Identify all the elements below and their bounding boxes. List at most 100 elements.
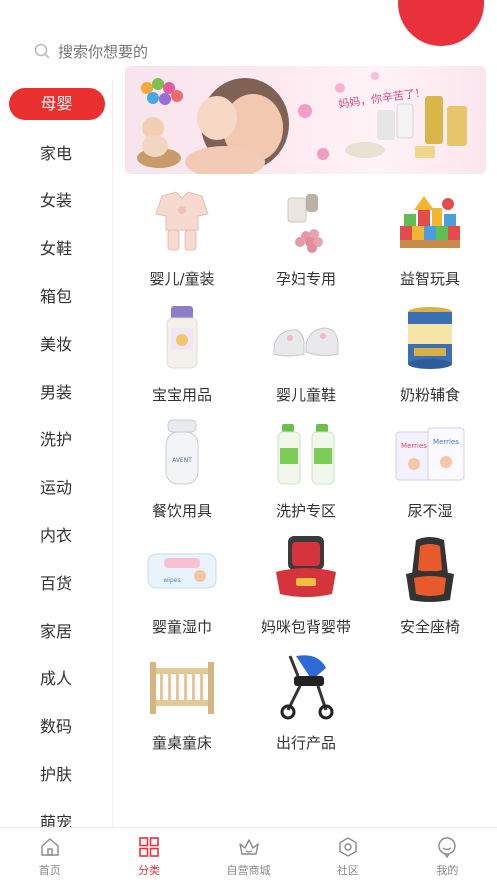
tab-label: 我的 xyxy=(436,864,459,877)
sidebar-item-bags[interactable]: 箱包 xyxy=(0,271,112,319)
search-button[interactable]: 搜索 xyxy=(398,28,484,62)
sidebar-item-label: 母婴 xyxy=(8,87,105,120)
sidebar-item-label: 萌宠 xyxy=(40,812,73,827)
grid-item-label: 出行产品 xyxy=(275,734,336,752)
grid-item-label: 童桌童床 xyxy=(151,734,212,752)
grid-item-label: 孕妇专用 xyxy=(275,270,336,288)
tab-community[interactable]: 社区 xyxy=(298,828,397,883)
sidebar-item-label: 百货 xyxy=(40,573,73,593)
grid-item-label: 婴童湿巾 xyxy=(151,618,212,636)
sidebar-item-label: 家电 xyxy=(40,143,73,163)
sidebar-item-pets[interactable]: 萌宠 xyxy=(0,797,112,827)
maternity-supplement-icon xyxy=(266,186,346,256)
sidebar-item-maternity-baby[interactable]: 母婴 xyxy=(0,80,112,128)
grid-item-car-seats[interactable]: 安全座椅 xyxy=(368,534,492,650)
svg-text:wipes: wipes xyxy=(163,577,180,584)
category-sidebar: 母婴 家电 女装 女鞋 箱包 美妆 男装 洗护 运动 内衣 百货 家居 成人 数… xyxy=(0,80,113,827)
bottom-tab-bar: 首页 分类 自营商城 社区 我的 xyxy=(0,827,497,883)
grid-item-label: 婴儿/童装 xyxy=(149,270,215,288)
category-grid-icon xyxy=(139,837,159,857)
svg-text:Merries: Merries xyxy=(401,442,427,450)
sidebar-item-skincare[interactable]: 护肤 xyxy=(0,749,112,797)
sidebar-item-mens-clothing[interactable]: 男装 xyxy=(0,367,112,415)
milk-powder-can-icon xyxy=(390,302,470,372)
svg-text:AVENT: AVENT xyxy=(172,457,192,464)
svg-text:Merries: Merries xyxy=(433,438,459,446)
sidebar-item-sports[interactable]: 运动 xyxy=(0,462,112,510)
sidebar-item-label: 美妆 xyxy=(40,334,73,354)
tab-home[interactable]: 首页 xyxy=(0,828,99,883)
sidebar-item-womens-clothing[interactable]: 女装 xyxy=(0,176,112,224)
grid-item-baby-supplies[interactable]: 宝宝用品 xyxy=(120,302,244,418)
sidebar-item-general-goods[interactable]: 百货 xyxy=(0,558,112,606)
tab-label: 分类 xyxy=(138,864,161,877)
grid-item-label: 安全座椅 xyxy=(399,618,460,636)
grid-item-label: 宝宝用品 xyxy=(151,386,212,404)
baby-lotion-icon xyxy=(142,302,222,372)
tab-label: 社区 xyxy=(336,864,359,877)
sidebar-item-label: 内衣 xyxy=(40,526,73,546)
tab-label: 自营商城 xyxy=(226,864,271,877)
grid-item-diapers[interactable]: Merries Merries 尿不湿 xyxy=(368,418,492,534)
grid-item-label: 洗护专区 xyxy=(275,502,336,520)
sidebar-item-appliances[interactable]: 家电 xyxy=(0,128,112,176)
sidebar-item-label: 数码 xyxy=(40,717,73,737)
grid-item-mommy-bag-carrier[interactable]: 妈咪包背婴带 xyxy=(244,534,368,650)
profile-face-icon xyxy=(438,837,457,858)
baby-bottle-icon: AVENT xyxy=(142,418,222,488)
crown-shop-icon xyxy=(238,839,259,855)
sidebar-item-digital[interactable]: 数码 xyxy=(0,701,112,749)
sidebar-item-label: 箱包 xyxy=(40,287,73,307)
stroller-icon xyxy=(266,650,346,720)
grid-item-label: 餐饮用具 xyxy=(151,502,212,520)
home-icon xyxy=(41,838,59,856)
tab-category[interactable]: 分类 xyxy=(99,828,198,883)
detergent-bottles-icon xyxy=(266,418,346,488)
sidebar-item-label: 洗护 xyxy=(40,430,73,450)
grid-item-label: 妈咪包背婴带 xyxy=(260,618,351,636)
grid-item-label: 奶粉辅食 xyxy=(399,386,460,404)
community-hexagon-icon xyxy=(339,837,357,857)
grid-item-label: 尿不湿 xyxy=(407,502,453,520)
sidebar-item-home[interactable]: 家居 xyxy=(0,606,112,654)
grid-item-wet-wipes[interactable]: wipes 婴童湿巾 xyxy=(120,534,244,650)
grid-item-label: 益智玩具 xyxy=(399,270,460,288)
grid-item-wash-care[interactable]: 洗护专区 xyxy=(244,418,368,534)
search-button-label: 搜索 xyxy=(424,45,458,62)
wet-wipes-icon: wipes xyxy=(142,534,222,604)
sidebar-item-label: 男装 xyxy=(40,382,73,402)
grid-item-travel[interactable]: 出行产品 xyxy=(244,650,368,766)
baby-shoes-icon xyxy=(266,302,346,372)
diaper-pack-icon: Merries Merries xyxy=(390,418,470,488)
sidebar-item-adult[interactable]: 成人 xyxy=(0,654,112,702)
sidebar-item-makeup[interactable]: 美妆 xyxy=(0,319,112,367)
tab-mine[interactable]: 我的 xyxy=(398,828,497,883)
grid-item-maternity[interactable]: 孕妇专用 xyxy=(244,186,368,302)
building-blocks-icon xyxy=(390,186,470,256)
grid-item-kids-furniture[interactable]: 童桌童床 xyxy=(120,650,244,766)
promo-banner[interactable]: 妈妈，你辛苦了！ xyxy=(125,66,486,174)
baby-carrier-icon xyxy=(266,534,346,604)
grid-item-baby-clothing[interactable]: 婴儿/童装 xyxy=(120,186,244,302)
tab-self-run-mall[interactable]: 自营商城 xyxy=(199,828,298,883)
tab-label: 首页 xyxy=(38,864,61,877)
sidebar-item-label: 运动 xyxy=(40,478,73,498)
sidebar-item-label: 家居 xyxy=(40,621,73,641)
sidebar-item-label: 护肤 xyxy=(40,765,73,785)
grid-item-formula-food[interactable]: 奶粉辅食 xyxy=(368,302,492,418)
sidebar-item-wash-care[interactable]: 洗护 xyxy=(0,415,112,463)
sidebar-item-womens-shoes[interactable]: 女鞋 xyxy=(0,223,112,271)
sidebar-item-underwear[interactable]: 内衣 xyxy=(0,510,112,558)
grid-item-label: 婴儿童鞋 xyxy=(275,386,336,404)
sidebar-item-label: 女装 xyxy=(40,191,73,211)
grid-item-educational-toys[interactable]: 益智玩具 xyxy=(368,186,492,302)
baby-clothes-icon xyxy=(142,186,222,256)
banner-illustration: 妈妈，你辛苦了！ xyxy=(137,72,467,174)
car-seat-icon xyxy=(390,534,470,604)
grid-item-baby-shoes[interactable]: 婴儿童鞋 xyxy=(244,302,368,418)
baby-crib-icon xyxy=(142,650,222,720)
sidebar-item-label: 女鞋 xyxy=(40,239,73,259)
sidebar-item-label: 成人 xyxy=(40,669,73,689)
grid-item-feeding[interactable]: AVENT 餐饮用具 xyxy=(120,418,244,534)
search-input[interactable] xyxy=(58,40,378,64)
